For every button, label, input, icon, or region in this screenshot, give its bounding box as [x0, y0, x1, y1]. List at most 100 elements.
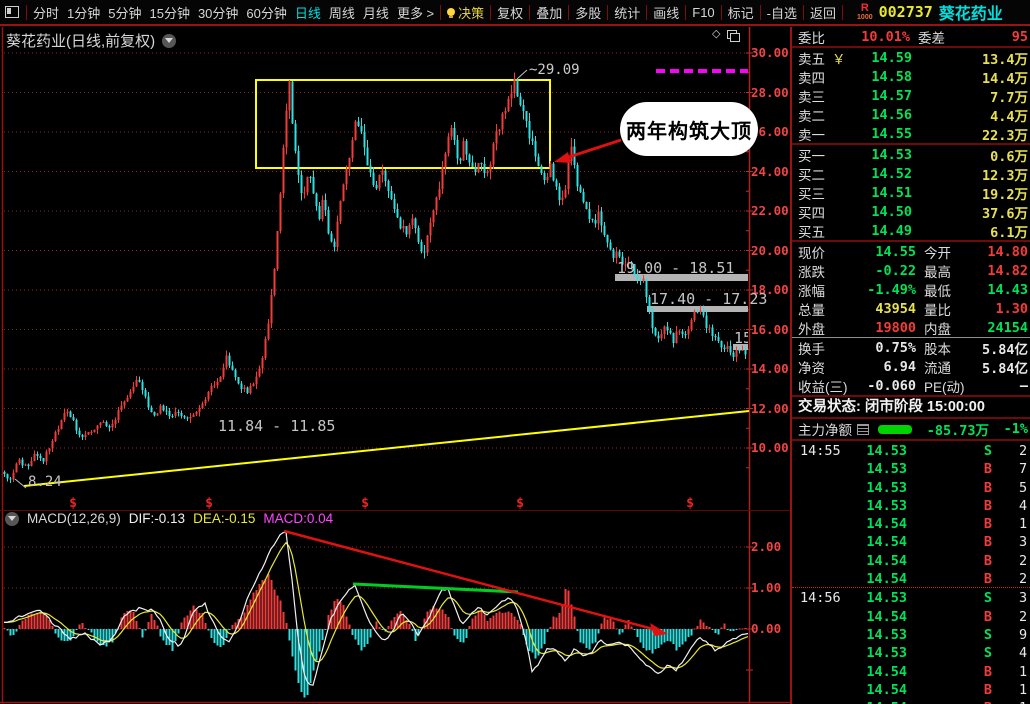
tick-side: S — [983, 645, 993, 662]
chevron-down-icon[interactable] — [162, 33, 177, 48]
tick-price: 14.53 — [866, 626, 907, 643]
info-label: 股本 — [924, 342, 951, 357]
info-value: 1.30 — [995, 301, 1028, 317]
toolbar-item-自选[interactable]: -自选 — [764, 3, 800, 22]
annotation-bubble[interactable]: 两年构筑大顶 — [620, 102, 758, 156]
dividend-icon: $ — [361, 496, 369, 511]
toolbar-item-更多[interactable]: 更多 > — [394, 3, 437, 22]
info-row-7: 净资 6.94 流通 5.84亿 — [792, 357, 1030, 377]
toolbar-separator — [490, 4, 492, 20]
level-label: 卖四 — [798, 71, 825, 86]
info-value: 14.55 — [875, 244, 916, 260]
toolbar-item-1分钟[interactable]: 1分钟 — [64, 3, 103, 22]
toolbar-item-周线[interactable]: 周线 — [326, 3, 358, 22]
sell-row-2[interactable]: 卖四 14.58 14.4万 — [792, 67, 1030, 87]
toolbar-item-月线[interactable]: 月线 — [360, 3, 392, 22]
level-label: 卖二 — [798, 109, 825, 124]
chart-region[interactable]: $ $ $ $ $ 葵花药业(日线,前复权) ◇ ~29.09 19.00 - 18.5… — [0, 0, 790, 704]
stock-header: R 1000 002737 葵花药业 — [857, 0, 1003, 24]
tick-count: 7 — [1019, 461, 1028, 478]
toolbar-item-统计[interactable]: 统计 — [611, 3, 643, 22]
tick-row: 14.53 2.0万 B 5 — [792, 478, 1030, 498]
level-price: 14.58 — [871, 69, 912, 85]
tick-side: B — [983, 497, 993, 514]
toolbar-item-分时[interactable]: 分时 — [30, 3, 62, 22]
price-axis-label: 10.00 — [751, 440, 789, 455]
trade-tick-list[interactable]: 14:55 14.53 0.7万 S 2 14.53 7.7万 B 7 14.53 2.0万 B 5 14… — [792, 441, 1030, 704]
level-label: 卖三 — [798, 90, 825, 105]
level-label: 买三 — [798, 187, 825, 202]
toolbar-item-日线[interactable]: 日线 — [292, 3, 324, 22]
dividend-icon: $ — [205, 496, 213, 511]
tick-side: B — [983, 552, 993, 569]
tick-volume: 5.0万 — [907, 698, 973, 704]
toolbar-separator — [646, 4, 648, 20]
tick-count: 1 — [1019, 663, 1028, 680]
tick-count: 1 — [1019, 681, 1028, 698]
peak-price-label: ~29.09 — [529, 62, 580, 78]
toolbar-item-标记[interactable]: 标记 — [725, 3, 757, 22]
main-flow-value: -85.73万 — [926, 423, 989, 439]
toolbar-item-多股[interactable]: 多股 — [572, 3, 604, 22]
sell-row-4[interactable]: 卖二 14.56 4.4万 — [792, 105, 1030, 125]
diamond-icon[interactable]: ◇ — [712, 29, 720, 40]
tdx-trading-app: 分时 1分钟 5分钟 15分钟 30分钟 60分钟 日线 周线 月线 更多 > 决策 复权 叠加 多股 统计… — [0, 0, 1030, 704]
toolbar-item-画线[interactable]: 画线 — [650, 3, 682, 22]
buy-row-3[interactable]: 买三 14.51 19.2万 — [792, 183, 1030, 203]
toolbar-item-5分钟[interactable]: 5分钟 — [105, 3, 144, 22]
dividend-icon: $ — [69, 496, 77, 511]
sell-row-5[interactable]: 卖一 14.55 22.3万 — [792, 124, 1030, 144]
tick-price: 14.53 — [866, 497, 907, 514]
tick-side: S — [983, 443, 993, 459]
level-price: 14.50 — [871, 204, 912, 220]
toolbar-item-叠加[interactable]: 叠加 — [533, 3, 565, 22]
tick-count: 2 — [1019, 552, 1028, 569]
buy-row-5[interactable]: 买五 14.49 6.1万 — [792, 221, 1030, 241]
info-row-3: 涨幅 -1.49% 最低 14.43 — [792, 280, 1030, 299]
tick-volume: 1.3万 — [935, 610, 973, 627]
info-label: 收益(三) — [798, 380, 848, 395]
toolbar-separator — [803, 4, 805, 20]
chevron-down-icon[interactable] — [5, 511, 19, 526]
level-label: 买四 — [798, 206, 825, 221]
tick-count: 4 — [1019, 497, 1028, 514]
tick-row: 14.54 0.3万 B 1 — [792, 680, 1030, 700]
buy-row-2[interactable]: 买二 14.52 12.3万 — [792, 164, 1030, 184]
price-axis-label: 24.00 — [751, 163, 789, 179]
tick-row: 14:55 14.53 0.7万 S 2 — [792, 441, 1030, 461]
toolbar-item-60分钟[interactable]: 60分钟 — [243, 3, 289, 22]
toolbar-item-决策[interactable]: 决策 — [444, 3, 487, 22]
tick-count: 2 — [1019, 571, 1028, 588]
layout-icon[interactable] — [5, 6, 19, 18]
tick-price: 14.53 — [866, 645, 907, 662]
info-value: -1.49% — [867, 282, 916, 298]
tick-volume: 0.6万 — [935, 573, 973, 590]
tick-price: 14.54 — [850, 700, 907, 704]
chart-corner-icons: ◇ — [712, 29, 741, 42]
weibi-value: 10.01% — [861, 29, 910, 45]
toolbar-item-返回[interactable]: 返回 — [807, 3, 839, 22]
tick-side: B — [983, 681, 993, 698]
r-flag-badge: R 1000 — [857, 3, 873, 22]
macd-axis-label: 1.00 — [751, 580, 782, 595]
toolbar-item-30分钟[interactable]: 30分钟 — [195, 3, 241, 22]
info-row-2: 涨跌 -0.22 最高 14.82 — [792, 261, 1030, 280]
sell-row-1[interactable]: 卖五 ￥ 14.59 13.4万 — [792, 48, 1030, 68]
tick-side: B — [983, 663, 993, 680]
buy-row-4[interactable]: 买四 14.50 37.6万 — [792, 202, 1030, 222]
info-value: 14.80 — [987, 244, 1028, 260]
macd-dif-value: DIF:-0.13 — [128, 511, 186, 526]
info-row-1: 现价 14.55 今开 14.80 — [792, 242, 1030, 261]
sell-row-3[interactable]: 卖三 14.57 7.7万 — [792, 86, 1030, 106]
toolbar-item-F10[interactable]: F10 — [689, 5, 717, 20]
tick-row: 14.53 1.7万 S 4 — [792, 643, 1030, 663]
toolbar-separator — [842, 4, 844, 20]
list-icon[interactable] — [857, 423, 869, 435]
info-label: 外盘 — [798, 322, 825, 337]
buy-row-1[interactable]: 买一 14.53 0.6万 — [792, 145, 1030, 165]
info-label: 总量 — [798, 303, 825, 318]
split-window-icon[interactable] — [727, 30, 741, 42]
toolbar-item-复权[interactable]: 复权 — [494, 3, 526, 22]
toolbar-item-15分钟[interactable]: 15分钟 — [146, 3, 192, 22]
macd-dea-value: DEA:-0.15 — [193, 511, 256, 526]
